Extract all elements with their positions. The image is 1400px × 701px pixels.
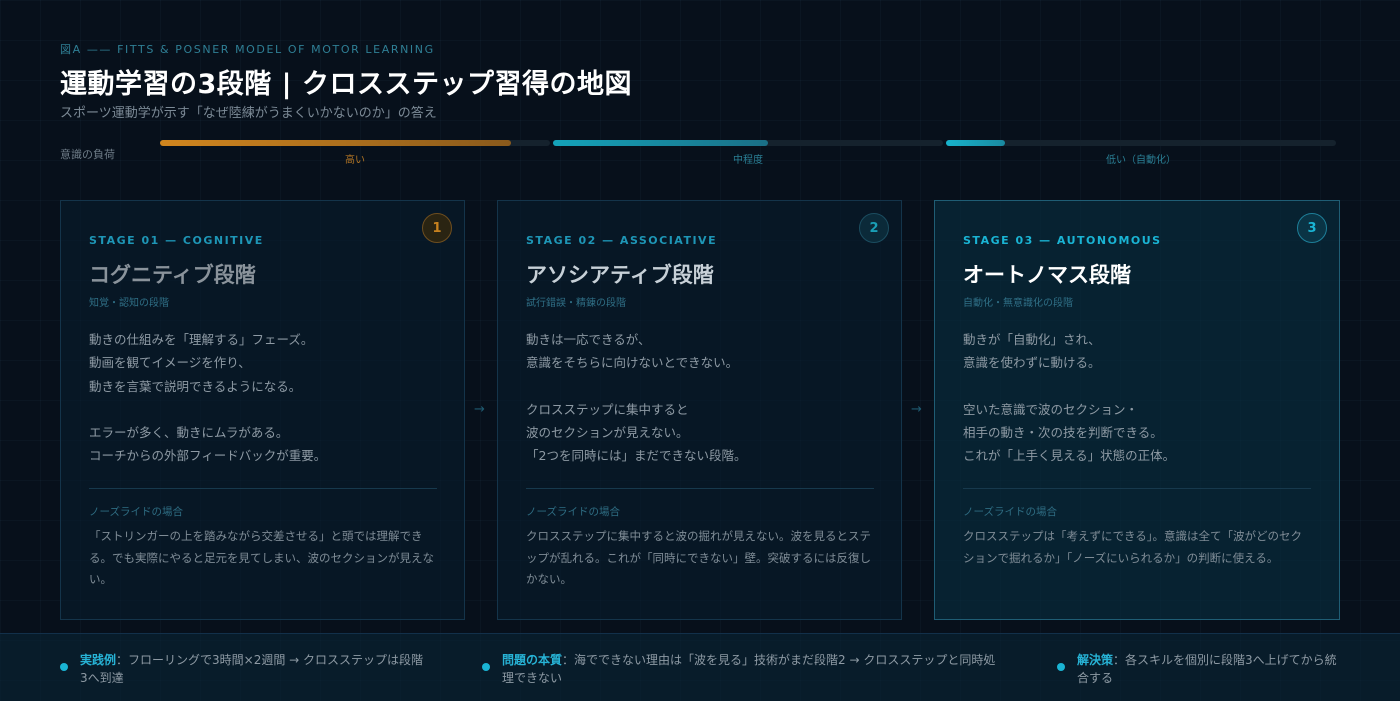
- stage-subtitle: 知覚・認知の段階: [89, 298, 169, 309]
- load-segment-3: [946, 140, 1336, 146]
- footer-item-problem: 問題の本質：海でできない理由は「波を見る」技術がまだ段階2 → クロスステップと…: [482, 651, 1002, 687]
- load-text-3: 低い（自動化）: [1106, 155, 1176, 166]
- arrow-icon: →: [474, 402, 485, 417]
- desc-line: エラーが多く、動きにムラがある。: [89, 424, 289, 440]
- footer-label: 実践例: [80, 653, 117, 667]
- divider: [963, 488, 1311, 489]
- footer-item-solution: 解決策：各スキルを個別に段階3へ上げてから統合する: [1057, 651, 1342, 687]
- stage-description: 動きの仕組みを「理解する」フェーズ。 動画を観てイメージを作り、 動きを言葉で説…: [89, 328, 439, 467]
- stage-code: STAGE 02 — ASSOCIATIVE: [526, 234, 718, 247]
- load-segment-1: [160, 140, 550, 146]
- stage-card-autonomous: 3 STAGE 03 — AUTONOMOUS オートノマス段階 自動化・無意識…: [934, 200, 1340, 620]
- case-label: ノーズライドの場合: [963, 506, 1057, 518]
- stage-code: STAGE 01 — COGNITIVE: [89, 234, 264, 247]
- desc-line: 波のセクションが見えない。: [526, 424, 689, 440]
- desc-line: 相手の動き・次の技を判断できる。: [963, 424, 1163, 440]
- load-text-2: 中程度: [733, 155, 763, 166]
- desc-line: 動きが「自動化」され、: [963, 332, 1101, 347]
- stage-name: コグニティブ段階: [89, 263, 256, 287]
- footer-label: 解決策: [1077, 653, 1114, 667]
- bullet-dot-icon: [1057, 663, 1065, 671]
- case-text: クロスステップに集中すると波の掘れが見えない。波を見るとステップが乱れる。これが…: [526, 529, 871, 586]
- stage-card-associative: 2 STAGE 02 — ASSOCIATIVE アソシアティブ段階 試行錯誤・…: [497, 200, 902, 620]
- bullet-dot-icon: [60, 663, 68, 671]
- page-subtitle: スポーツ運動学が示す「なぜ陸練がうまくいかないのか」の答え: [60, 106, 437, 121]
- footer-text: ：各スキルを個別に段階3へ上げてから統合する: [1077, 653, 1337, 685]
- divider: [89, 488, 437, 489]
- page-title: 運動学習の3段階 | クロスステップ習得の地図: [60, 69, 632, 100]
- desc-line: 空いた意識で波のセクション・: [963, 401, 1139, 417]
- footer-bar: 実践例：フローリングで3時間×2週間 → クロスステップは段階3へ到達 問題の本…: [0, 633, 1400, 701]
- load-segment-2: [553, 140, 943, 146]
- desc-line: 「2つを同時には」まだできない段階。: [526, 448, 747, 464]
- desc-line: 意識を使わずに動ける。: [963, 355, 1101, 371]
- desc-line: 動きは一応できるが、: [526, 332, 651, 347]
- stage-subtitle: 自動化・無意識化の段階: [963, 298, 1073, 309]
- desc-line: コーチからの外部フィードバックが重要。: [89, 448, 327, 464]
- stage-code: STAGE 03 — AUTONOMOUS: [963, 234, 1162, 247]
- load-fill-3: [946, 140, 1005, 146]
- stage-number-badge: 2: [859, 213, 889, 243]
- desc-line: 動きの仕組みを「理解する」フェーズ。: [89, 332, 314, 347]
- divider: [526, 488, 874, 489]
- load-fill-2: [553, 140, 768, 146]
- stage-name: アソシアティブ段階: [526, 263, 714, 287]
- stage-card-cognitive: 1 STAGE 01 — COGNITIVE コグニティブ段階 知覚・認知の段階…: [60, 200, 465, 620]
- desc-line: クロスステップに集中すると: [526, 401, 689, 417]
- case-text: 「ストリンガーの上を踏みながら交差させる」と頭では理解できる。でも実際にやると足…: [89, 529, 434, 586]
- case-label: ノーズライドの場合: [89, 506, 183, 518]
- stage-subtitle: 試行錯誤・精錬の段階: [526, 298, 626, 309]
- desc-line: 意識をそちらに向けないとできない。: [526, 355, 739, 371]
- desc-line: 動画を観てイメージを作り、: [89, 355, 251, 371]
- stage-number-badge: 3: [1297, 213, 1327, 243]
- bullet-dot-icon: [482, 663, 490, 671]
- stage-description: 動きが「自動化」され、 意識を使わずに動ける。 空いた意識で波のセクション・ 相…: [963, 328, 1313, 467]
- stage-name: オートノマス段階: [963, 263, 1131, 287]
- arrow-icon: →: [911, 402, 922, 417]
- desc-line: 動きを言葉で説明できるようになる。: [89, 378, 302, 394]
- stage-description: 動きは一応できるが、 意識をそちらに向けないとできない。 クロスステップに集中す…: [526, 328, 876, 467]
- load-label: 意識の負荷: [60, 148, 115, 161]
- desc-line: これが「上手く見える」状態の正体。: [963, 448, 1176, 464]
- case-label: ノーズライドの場合: [526, 506, 620, 518]
- stage-number-badge: 1: [422, 213, 452, 243]
- footer-item-example: 実践例：フローリングで3時間×2週間 → クロスステップは段階3へ到達: [60, 651, 425, 687]
- footer-text: ：フローリングで3時間×2週間 → クロスステップは段階3へ到達: [80, 653, 424, 685]
- footer-label: 問題の本質: [502, 653, 563, 667]
- load-fill-1: [160, 140, 511, 146]
- footer-text: ：海でできない理由は「波を見る」技術がまだ段階2 → クロスステップと同時処理で…: [502, 653, 996, 685]
- eyebrow: 図A —— FITTS & POSNER MODEL OF MOTOR LEAR…: [60, 43, 435, 56]
- load-text-1: 高い: [345, 155, 365, 166]
- case-text: クロスステップは「考えずにできる」。意識は全て「波がどのセクションで掘れるか」「…: [963, 529, 1303, 565]
